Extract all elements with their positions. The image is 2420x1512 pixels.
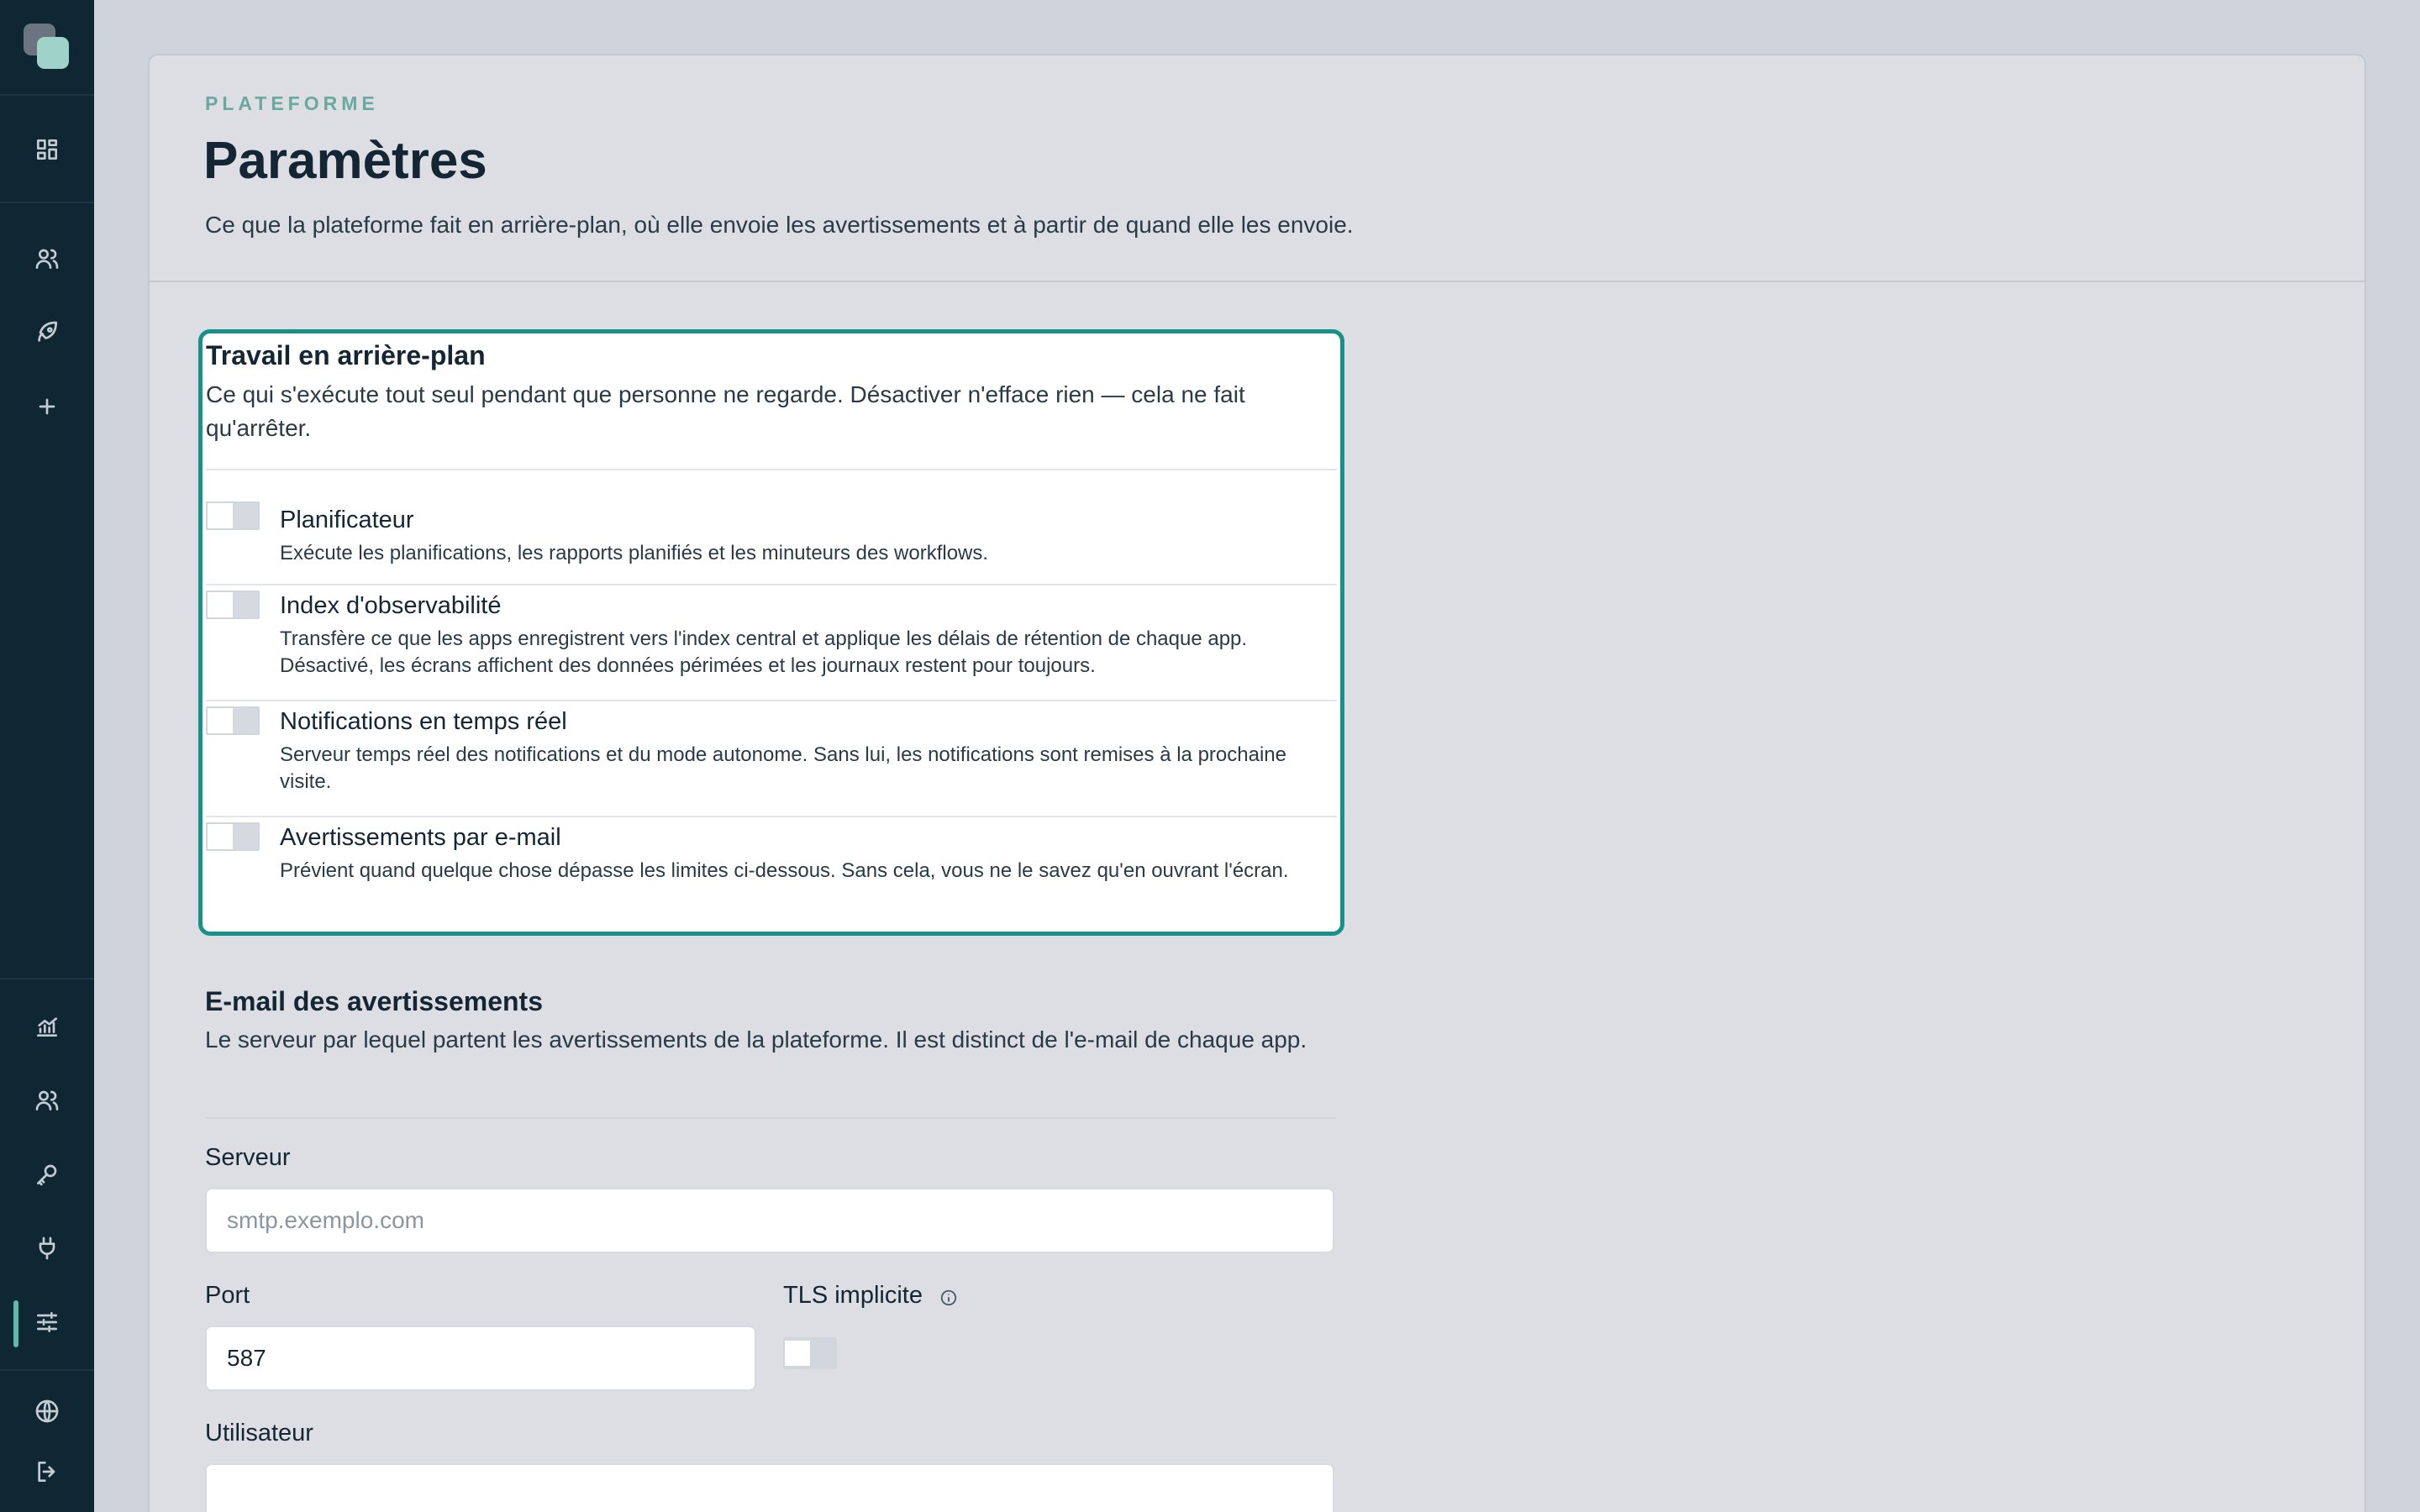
logo-front-square <box>37 37 69 69</box>
globe-icon[interactable] <box>27 1391 67 1431</box>
user-label: Utilisateur <box>205 1420 313 1446</box>
toggle-knob <box>785 1341 810 1366</box>
page-description: Ce que la plateforme fait en arrière-pla… <box>205 212 1354 238</box>
section-description: Le serveur par lequel partent les averti… <box>205 1026 1307 1053</box>
setting-description: Serveur temps réel des notifications et … <box>280 743 1286 793</box>
section-title: Travail en arrière-plan <box>206 340 486 370</box>
setting-description: Exécute les planifications, les rapports… <box>280 542 989 564</box>
setting-title: Avertissements par e-mail <box>280 824 561 851</box>
toggle-knob <box>233 824 258 849</box>
analytics-icon[interactable] <box>27 1006 67 1047</box>
email-alerts-toggle[interactable] <box>206 822 260 851</box>
info-icon[interactable] <box>939 1289 958 1307</box>
team-icon[interactable] <box>27 1080 67 1121</box>
rocket-icon[interactable] <box>27 312 67 353</box>
sidebar-divider <box>0 94 94 96</box>
user-input[interactable] <box>205 1463 1334 1512</box>
setting-title: Notifications en temps réel <box>280 708 567 735</box>
plug-icon[interactable] <box>27 1228 67 1268</box>
setting-description: Transfère ce que les apps enregistrent v… <box>280 627 1248 677</box>
sidebar <box>0 0 94 1512</box>
page-eyebrow: PLATEFORME <box>205 92 379 114</box>
section-title: E-mail des avertissements <box>205 986 543 1016</box>
toggle-knob <box>233 503 258 528</box>
page-title: Paramètres <box>203 132 487 190</box>
toggle-knob <box>233 708 258 733</box>
server-label: Serveur <box>205 1144 291 1171</box>
observability-toggle[interactable] <box>206 591 260 619</box>
setting-title: Index d'observabilité <box>280 592 502 619</box>
toggle-knob <box>233 592 258 617</box>
active-indicator <box>13 1300 18 1347</box>
section-divider <box>205 1117 1336 1119</box>
setting-description: Prévient quand quelque chose dépasse les… <box>280 859 1289 882</box>
realtime-toggle[interactable] <box>206 706 260 735</box>
sidebar-divider <box>0 1369 94 1371</box>
plus-icon[interactable] <box>27 386 67 427</box>
background-work-section: Travail en arrière-plan Ce qui s'exécute… <box>198 329 1344 936</box>
setting-title: Planificateur <box>280 507 414 533</box>
scheduler-toggle[interactable] <box>206 501 260 530</box>
row-divider <box>206 700 1337 701</box>
sidebar-divider <box>0 978 94 979</box>
users-icon[interactable] <box>27 239 67 279</box>
dashboard-icon[interactable] <box>27 129 67 170</box>
key-icon[interactable] <box>27 1154 67 1194</box>
page-header: PLATEFORME Paramètres Ce que la platefor… <box>150 55 2365 282</box>
settings-panel: PLATEFORME Paramètres Ce que la platefor… <box>148 54 2366 1512</box>
port-input[interactable] <box>205 1326 756 1391</box>
sidebar-divider <box>0 202 94 203</box>
row-divider <box>206 816 1337 817</box>
port-label: Port <box>205 1282 250 1309</box>
row-divider <box>206 584 1337 585</box>
settings-sliders-icon[interactable] <box>27 1302 67 1342</box>
server-input[interactable] <box>205 1188 1334 1253</box>
app-logo[interactable] <box>24 24 71 71</box>
tls-label: TLS implicite <box>783 1282 923 1309</box>
tls-toggle[interactable] <box>783 1337 837 1369</box>
logout-icon[interactable] <box>27 1452 67 1492</box>
section-divider <box>206 469 1337 470</box>
section-description: Ce qui s'exécute tout seul pendant que p… <box>206 381 1245 441</box>
